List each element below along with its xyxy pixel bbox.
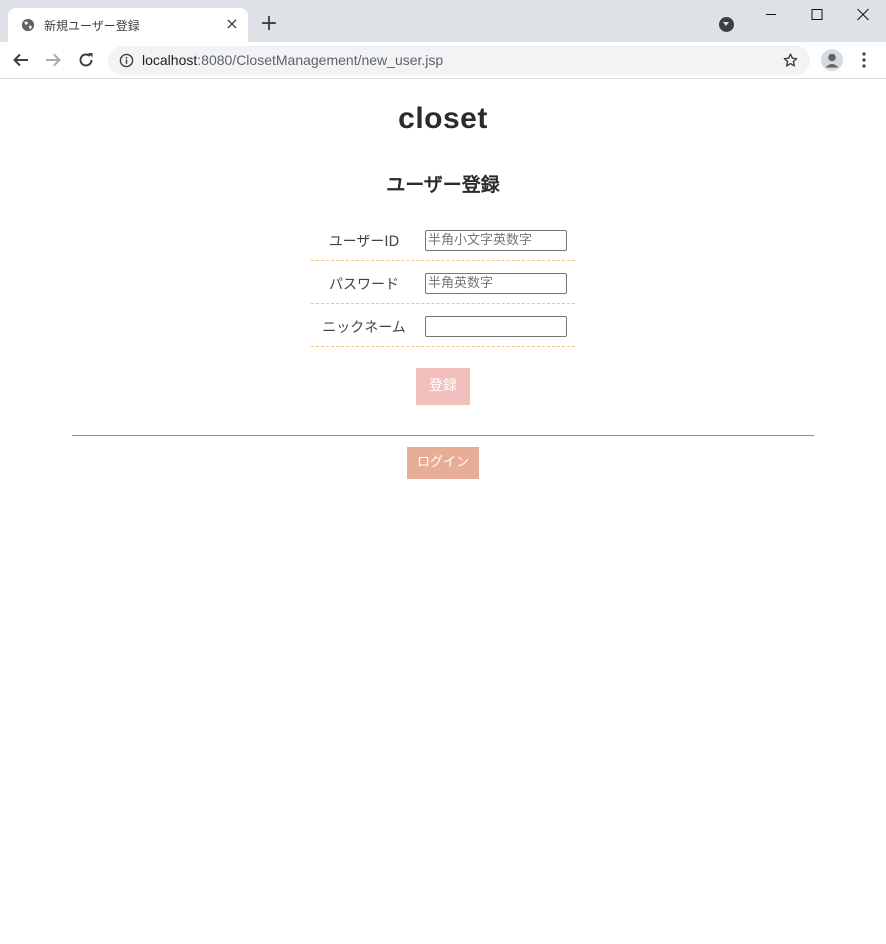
url-text: localhost:8080/ClosetManagement/new_user… [142,52,443,68]
globe-icon [21,18,35,32]
profile-avatar-icon[interactable] [821,49,843,71]
page-content: closet ユーザー登録 ユーザーID パスワード ニックネーム 登録 ログイ… [0,80,886,944]
password-row: パスワード [311,261,575,304]
tab-search-icon[interactable] [719,17,734,32]
close-window-icon[interactable] [840,0,886,30]
user-id-label: ユーザーID [328,234,400,250]
browser-tab[interactable]: 新規ユーザー登録 × [8,8,248,42]
address-bar[interactable]: localhost:8080/ClosetManagement/new_user… [108,46,810,75]
page-title: ユーザー登録 [386,174,500,196]
password-label: パスワード [329,277,399,293]
nickname-row: ニックネーム [311,304,575,347]
url-host: localhost [142,52,198,68]
tab-strip: 新規ユーザー登録 × + [0,0,886,42]
tab-title: 新規ユーザー登録 [44,19,140,33]
site-info-icon[interactable] [119,53,134,68]
divider [72,435,814,436]
forward-arrow-icon[interactable] [43,50,63,70]
site-logo[interactable]: closet [0,102,886,136]
reload-icon[interactable] [76,50,96,70]
registration-form: ユーザーID パスワード ニックネーム [311,218,575,347]
new-tab-icon[interactable]: + [259,13,279,35]
browser-toolbar: localhost:8080/ClosetManagement/new_user… [0,42,886,79]
register-button[interactable]: 登録 [416,368,470,405]
password-input[interactable] [425,273,567,294]
login-button[interactable]: ログイン [407,447,479,479]
close-tab-icon[interactable]: × [224,16,240,32]
nickname-input[interactable] [425,316,567,337]
maximize-icon[interactable] [794,0,840,30]
user-id-input[interactable] [425,230,567,251]
url-path: :8080/ClosetManagement/new_user.jsp [197,52,444,68]
back-arrow-icon[interactable] [11,50,31,70]
user-id-row: ユーザーID [311,218,575,261]
minimize-icon[interactable] [748,0,794,30]
more-menu-icon[interactable] [856,50,872,70]
bookmark-star-icon[interactable] [782,52,799,69]
nickname-label: ニックネーム [322,320,406,336]
